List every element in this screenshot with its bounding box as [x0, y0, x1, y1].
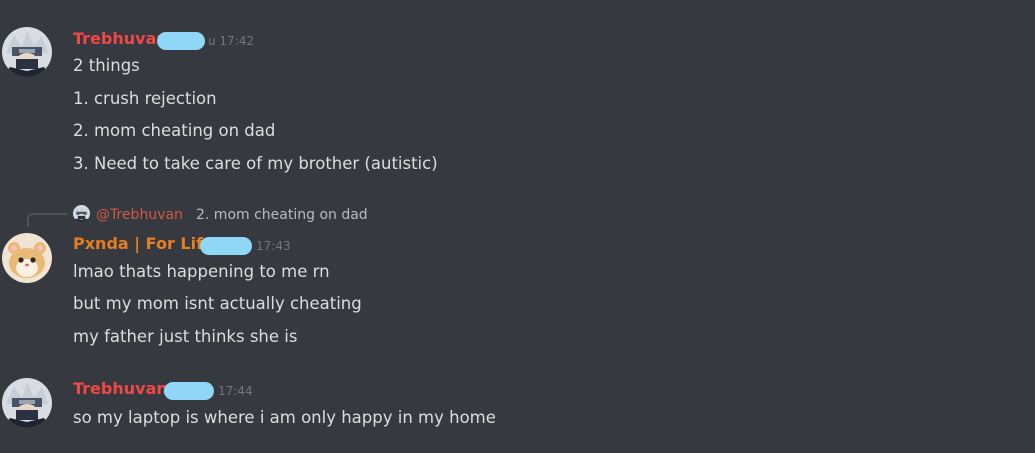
hamster-avatar-icon [2, 233, 52, 283]
user-avatar[interactable] [2, 27, 52, 77]
message-line: my father just thinks she is [73, 327, 298, 346]
author-name[interactable]: Trebhuvan [73, 379, 168, 399]
reply-mention[interactable]: @Trebhuvan [96, 206, 183, 224]
reply-mention-text[interactable]: @Trebhuvan [96, 207, 183, 223]
chat-messages: Trebhuvan u 17:42 2 things 1. crush reje… [0, 0, 1035, 453]
message-line: lmao thats happening to me rn [73, 262, 330, 281]
author-name[interactable]: Trebhuvan [73, 29, 168, 49]
message-line: 1. crush rejection [73, 89, 217, 108]
message-timestamp[interactable]: 17:44 [218, 383, 253, 399]
message-line: but my mom isnt actually cheating [73, 294, 362, 313]
message-line: 2. mom cheating on dad [73, 121, 276, 140]
masked-ninja-avatar-icon [2, 378, 52, 428]
reply-connector [27, 213, 67, 227]
masked-ninja-avatar-icon [2, 27, 52, 77]
author-name[interactable]: Pxnda | For Life [73, 234, 214, 254]
masked-ninja-avatar-icon [73, 205, 90, 222]
redacted-tag [157, 32, 205, 50]
message-timestamp[interactable]: 17:43 [256, 238, 291, 254]
user-avatar[interactable] [2, 233, 52, 283]
message-line: so my laptop is where i am only happy in… [73, 408, 496, 427]
reply-avatar[interactable] [73, 205, 90, 222]
reply-preview-text[interactable]: 2. mom cheating on dad [196, 206, 368, 224]
message-line: 3. Need to take care of my brother (auti… [73, 154, 438, 173]
redacted-tag [200, 237, 252, 255]
user-avatar[interactable] [2, 378, 52, 428]
redacted-tag [164, 382, 214, 400]
message-timestamp[interactable]: u 17:42 [208, 33, 254, 49]
message-line: 2 things [73, 56, 140, 75]
